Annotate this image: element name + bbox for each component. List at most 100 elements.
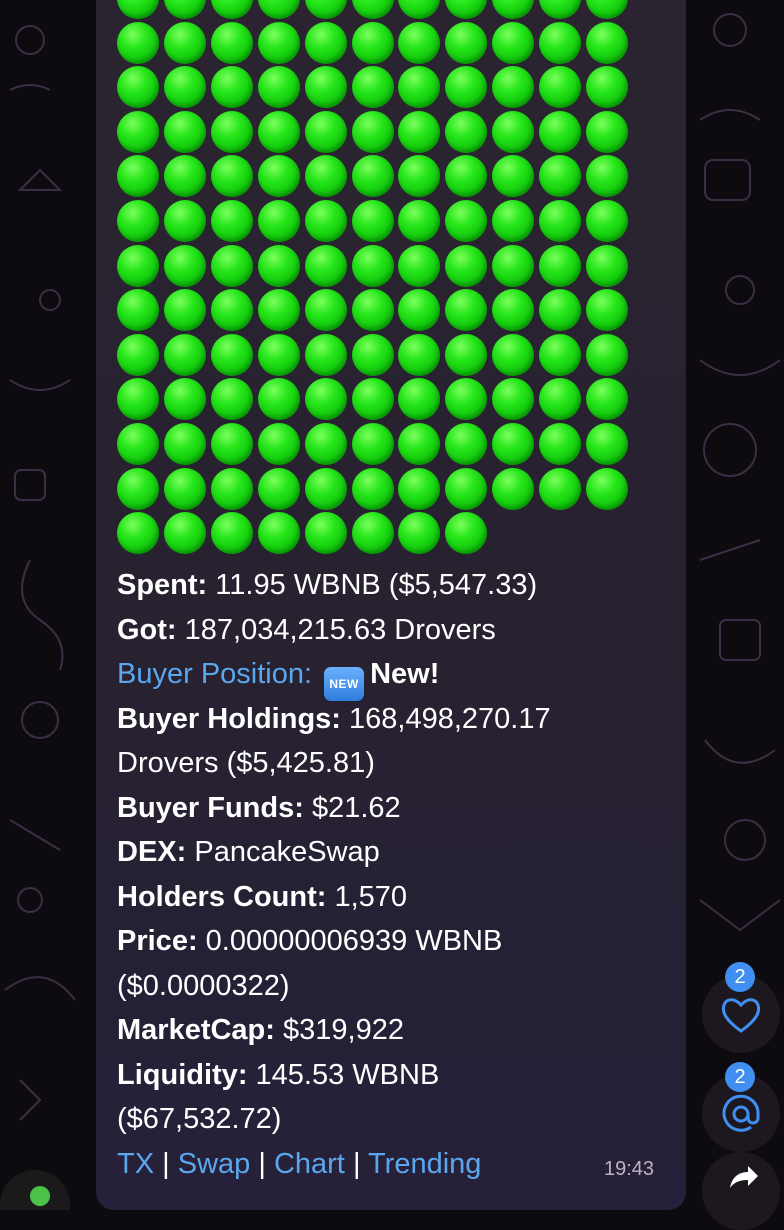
link-separator: | <box>162 1148 170 1180</box>
dex-value: PancakeSwap <box>186 836 380 868</box>
buyer-position-link[interactable]: Buyer Position: <box>117 658 312 690</box>
green-circle-icon <box>492 378 535 421</box>
holdings-value: 168,498,270.17 <box>340 703 551 735</box>
green-circle-icon <box>445 66 488 109</box>
green-circle-icon <box>163 512 206 555</box>
green-circle-icon <box>257 0 300 19</box>
green-circle-icon <box>163 289 206 332</box>
links-line: TX | Swap | Chart | Trending <box>117 1142 481 1186</box>
got-label: Got: <box>117 614 177 646</box>
price-label: Price: <box>117 925 198 957</box>
green-circle-icon <box>257 289 300 332</box>
marketcap-line: MarketCap: $319,922 <box>117 1008 404 1052</box>
green-circle-icon <box>445 378 488 421</box>
green-circle-icon <box>210 512 253 555</box>
spent-line: Spent: 11.95 WBNB ($5,547.33) <box>117 563 537 607</box>
green-circle-icon <box>539 0 582 19</box>
green-circle-icon <box>586 66 628 109</box>
holdings-line: Buyer Holdings: 168,498,270.17 <box>117 697 551 741</box>
green-circle-icon <box>163 21 206 64</box>
funds-line: Buyer Funds: $21.62 <box>117 786 401 830</box>
link-separator: | <box>258 1148 266 1180</box>
got-line: Got: 187,034,215.63 Drovers <box>117 608 496 652</box>
green-circle-icon <box>210 0 253 19</box>
price-value: 0.00000006939 WBNB <box>197 925 503 957</box>
avatar[interactable] <box>0 1170 70 1210</box>
green-circle-icon <box>210 289 253 332</box>
green-circle-icon <box>117 0 159 19</box>
green-circle-icon <box>117 423 159 465</box>
green-circle-icon <box>304 512 347 555</box>
green-circle-icon <box>586 378 628 421</box>
swap-link[interactable]: Swap <box>178 1148 251 1180</box>
green-circle-icon <box>117 378 159 421</box>
green-circle-icon <box>210 200 253 242</box>
green-circle-icon <box>539 110 582 153</box>
green-circle-icon <box>539 378 582 421</box>
green-circle-icon <box>586 200 628 242</box>
green-circle-icon <box>210 423 253 465</box>
green-circle-icon <box>398 289 441 332</box>
holders-value: 1,570 <box>326 881 408 913</box>
green-circle-icon <box>210 21 253 64</box>
green-circle-icon <box>257 66 300 109</box>
green-circle-icon <box>539 289 582 332</box>
green-circle-icon <box>492 0 535 19</box>
green-circle-icon <box>492 289 535 332</box>
tx-link[interactable]: TX <box>117 1148 154 1180</box>
green-circle-grid <box>117 0 637 560</box>
green-circle-icon <box>398 423 441 465</box>
green-circle-icon <box>117 333 159 376</box>
dex-line: DEX: PancakeSwap <box>117 830 380 874</box>
green-circle-icon <box>163 378 206 421</box>
green-circle-icon <box>304 333 347 376</box>
green-circle-icon <box>398 333 441 376</box>
dino-avatar-icon <box>30 1186 50 1206</box>
likes-count-badge: 2 <box>725 962 755 992</box>
green-circle-icon <box>257 423 300 465</box>
green-circle-icon <box>351 512 394 555</box>
holdings-line-cont: Drovers ($5,425.81) <box>117 741 375 785</box>
green-circle-icon <box>492 467 535 510</box>
green-circle-icon <box>257 155 300 198</box>
green-circle-icon <box>586 289 628 332</box>
green-circle-icon <box>117 110 159 153</box>
marketcap-value: $319,922 <box>274 1014 404 1046</box>
green-circle-icon <box>586 333 628 376</box>
green-circle-icon <box>163 155 206 198</box>
spent-label: Spent: <box>117 569 208 601</box>
green-circle-icon <box>163 333 206 376</box>
green-circle-icon <box>210 155 253 198</box>
trending-link[interactable]: Trending <box>368 1148 481 1180</box>
share-button[interactable] <box>702 1152 780 1230</box>
chart-link[interactable]: Chart <box>274 1148 345 1180</box>
green-circle-icon <box>351 0 394 19</box>
green-circle-icon <box>398 21 441 64</box>
green-circle-icon <box>117 467 159 510</box>
green-circle-icon <box>539 244 582 287</box>
green-circle-icon <box>304 467 347 510</box>
holders-label: Holders Count: <box>117 881 327 913</box>
liquidity-label: Liquidity: <box>117 1059 248 1091</box>
green-circle-icon <box>539 155 582 198</box>
green-circle-icon <box>586 244 628 287</box>
holdings-label: Buyer Holdings: <box>117 703 341 735</box>
green-circle-icon <box>445 21 488 64</box>
green-circle-icon <box>398 244 441 287</box>
green-circle-icon <box>304 200 347 242</box>
green-circle-icon <box>398 66 441 109</box>
green-circle-icon <box>117 512 159 555</box>
green-circle-icon <box>304 110 347 153</box>
link-separator: | <box>352 1148 361 1180</box>
green-circle-icon <box>539 66 582 109</box>
green-circle-icon <box>539 200 582 242</box>
green-circle-icon <box>163 110 206 153</box>
green-circle-icon <box>398 110 441 153</box>
green-circle-icon <box>398 467 441 510</box>
funds-label: Buyer Funds: <box>117 792 304 824</box>
green-circle-icon <box>492 155 535 198</box>
dex-label: DEX: <box>117 836 187 868</box>
green-circle-icon <box>257 378 300 421</box>
green-circle-icon <box>445 110 488 153</box>
new-badge-icon: NEW <box>324 667 365 701</box>
